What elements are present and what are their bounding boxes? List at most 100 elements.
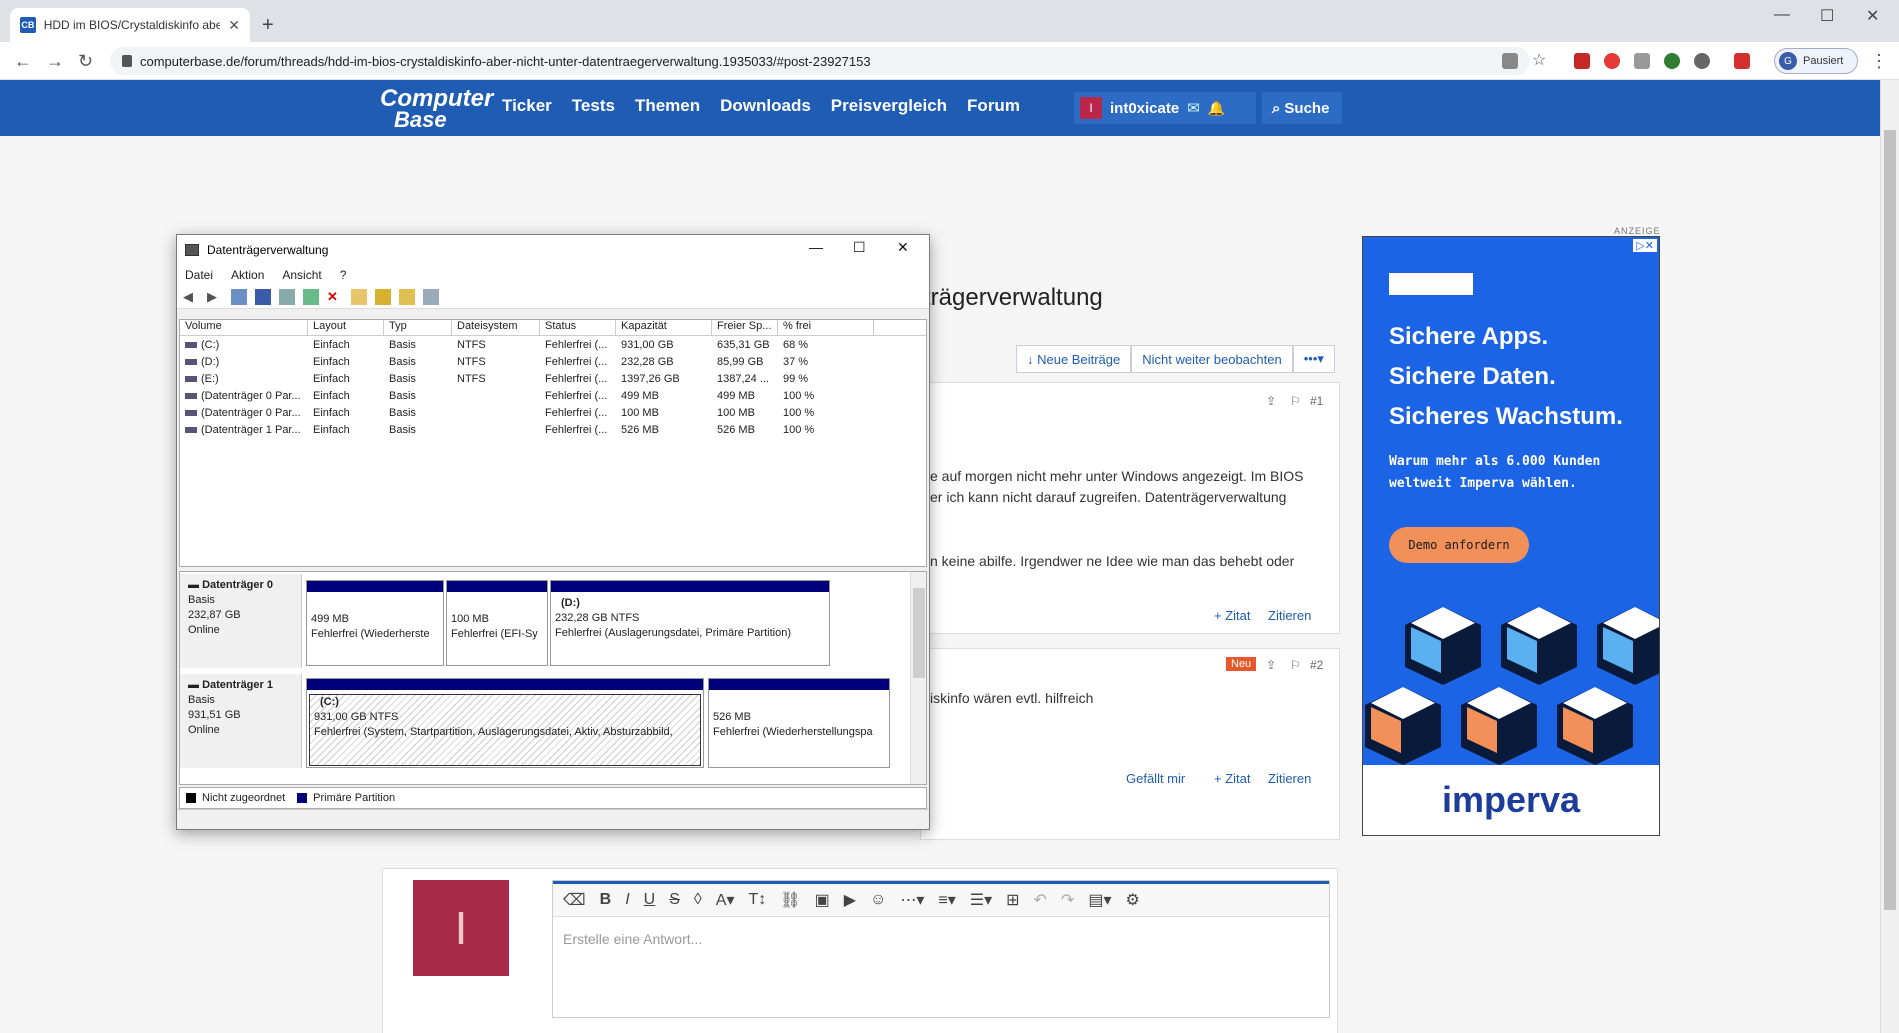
eraser-icon[interactable]: ⌫ [563,890,586,910]
site-logo[interactable]: Computer Base [380,87,493,130]
forward-icon[interactable]: → [46,51,64,72]
address-bar[interactable]: computerbase.de/forum/threads/hdd-im-bio… [110,47,1530,75]
minimize-icon[interactable]: — [1774,6,1790,24]
cite-button[interactable]: Zitieren [1268,771,1311,786]
properties-icon[interactable] [279,288,295,305]
disk0-partition-recovery[interactable]: 499 MB Fehlerfrei (Wiederherste [306,580,444,666]
col-volume[interactable]: Volume [180,320,308,335]
translate-icon[interactable] [1502,53,1518,69]
nav-preisvergleich[interactable]: Preisvergleich [831,96,947,116]
menu-ansicht[interactable]: Ansicht [282,268,321,282]
ad-close-icon[interactable]: ▷✕ [1633,239,1657,252]
forward-icon[interactable]: ▶ [207,289,223,305]
adblock-icon[interactable] [1574,53,1590,69]
maximize-icon[interactable]: ☐ [1820,6,1834,26]
link-icon[interactable]: ⛓ [780,890,800,910]
unwatch-button[interactable]: Nicht weiter beobachten [1131,345,1293,373]
disk0-partition-efi[interactable]: 100 MB Fehlerfrei (EFI-Sy [446,580,548,666]
view-icon[interactable] [423,288,439,305]
col-prozent-frei[interactable]: % frei [778,320,874,335]
menu-aktion[interactable]: Aktion [231,268,264,282]
font-icon[interactable]: A▾ [716,890,735,910]
folder-up-icon[interactable] [375,288,391,305]
image-icon[interactable]: ▣ [815,890,830,910]
graph-scrollbar-thumb[interactable] [913,588,925,678]
reload-icon[interactable]: ↻ [78,51,93,72]
page-scrollbar[interactable] [1880,80,1899,1033]
table-row[interactable]: (Datenträger 0 Par... Einfach Basis Fehl… [180,387,926,404]
delete-icon[interactable]: ✕ [327,289,343,305]
list-icon[interactable]: ☰▾ [970,890,992,910]
new-posts-button[interactable]: ↓ Neue Beiträge [1016,345,1132,373]
table-row[interactable]: (D:) Einfach Basis NTFS Fehlerfrei (... … [180,353,926,370]
mail-icon[interactable]: ✉ [1187,99,1200,117]
help-icon[interactable] [255,288,271,305]
redo-icon[interactable]: ↷ [1061,890,1074,910]
table-row[interactable]: (Datenträger 0 Par... Einfach Basis Fehl… [180,404,926,421]
menu-help[interactable]: ? [340,268,347,282]
color-icon[interactable]: ◊ [694,891,702,909]
quote-button[interactable]: + Zitat [1214,771,1251,786]
italic-icon[interactable]: I [625,891,629,909]
graph-scrollbar[interactable] [910,572,926,784]
drafts-icon[interactable]: ▤▾ [1088,890,1111,910]
search-button[interactable]: ⌕ Suche [1262,92,1342,124]
nav-forum[interactable]: Forum [967,96,1020,116]
browser-menu-icon[interactable]: ⋮ [1870,51,1888,72]
menu-datei[interactable]: Datei [185,268,213,282]
col-dateisystem[interactable]: Dateisystem [452,320,540,335]
profile-button[interactable]: G Pausiert [1774,48,1858,74]
strikethrough-icon[interactable]: S [669,891,680,909]
opera-icon[interactable] [1604,53,1620,69]
col-typ[interactable]: Typ [384,320,452,335]
back-icon[interactable]: ◀ [183,289,199,305]
underline-icon[interactable]: U [644,891,656,909]
table-row[interactable]: (E:) Einfach Basis NTFS Fehlerfrei (... … [180,370,926,387]
volume-list[interactable]: Volume Layout Typ Dateisystem Status Kap… [179,319,927,567]
close-window-icon[interactable]: ✕ [1866,6,1879,26]
page-scrollbar-thumb[interactable] [1884,130,1896,910]
nav-ticker[interactable]: Ticker [502,96,552,116]
disk0-info[interactable]: ▬ Datenträger 0 Basis 232,87 GB Online [180,574,302,668]
col-status[interactable]: Status [540,320,616,335]
dm-close-icon[interactable]: ✕ [897,239,909,256]
back-icon[interactable]: ← [14,51,32,72]
col-freier-speicher[interactable]: Freier Sp... [712,320,778,335]
reply-editor[interactable]: ⌫ B I U S ◊ A▾ T↕ ⛓ ▣ ▶ ☺ ⋯▾ ≡▾ ☰▾ ⊞ ↶ ↷… [552,880,1330,1018]
align-icon[interactable]: ≡▾ [938,890,955,910]
new-tab-button[interactable]: + [262,14,274,37]
console-icon[interactable] [231,288,247,305]
cite-button[interactable]: Zitieren [1268,608,1311,623]
reader-icon[interactable] [1634,53,1650,69]
col-kapazitaet[interactable]: Kapazität [616,320,712,335]
font-size-icon[interactable]: T↕ [748,891,766,909]
table-row[interactable]: (Datenträger 1 Par... Einfach Basis Fehl… [180,421,926,438]
user-menu[interactable]: I int0xicate ✉ 🔔 [1074,92,1256,124]
folder-icon[interactable] [399,288,415,305]
disk1-partition-c[interactable]: (C:) 931,00 GB NTFS Fehlerfrei (System, … [306,678,704,768]
extension-gear-icon[interactable] [1694,53,1710,69]
more-icon[interactable]: ⋯▾ [900,890,924,910]
bell-icon[interactable]: 🔔 [1208,100,1225,117]
nav-themen[interactable]: Themen [635,96,700,116]
disk1-partition-recovery[interactable]: 526 MB Fehlerfrei (Wiederherstellungspa [708,678,890,768]
like-button[interactable]: Gefällt mir [1126,771,1185,786]
share-icon[interactable]: ⇪ [1266,394,1276,408]
col-layout[interactable]: Layout [308,320,384,335]
undo-icon[interactable]: ↶ [1034,890,1047,910]
more-button[interactable]: •••▾ [1292,345,1335,373]
connect-icon[interactable] [303,288,319,305]
media-icon[interactable]: ▶ [844,890,856,910]
ad-cta-button[interactable]: Demo anfordern [1389,527,1529,563]
ad-banner[interactable]: ▷✕ Sichere Apps. Sichere Daten. Sicheres… [1362,236,1660,836]
dm-maximize-icon[interactable]: ☐ [853,239,866,256]
extension-green-icon[interactable] [1664,53,1680,69]
nav-tests[interactable]: Tests [572,96,615,116]
extension-s-icon[interactable] [1734,53,1750,69]
post-number[interactable]: #1 [1310,394,1323,408]
table-icon[interactable]: ⊞ [1006,890,1019,910]
tab-close-icon[interactable]: ✕ [228,17,240,34]
dm-minimize-icon[interactable]: — [809,239,823,255]
check-icon[interactable] [351,288,367,305]
smiley-icon[interactable]: ☺ [870,891,886,909]
